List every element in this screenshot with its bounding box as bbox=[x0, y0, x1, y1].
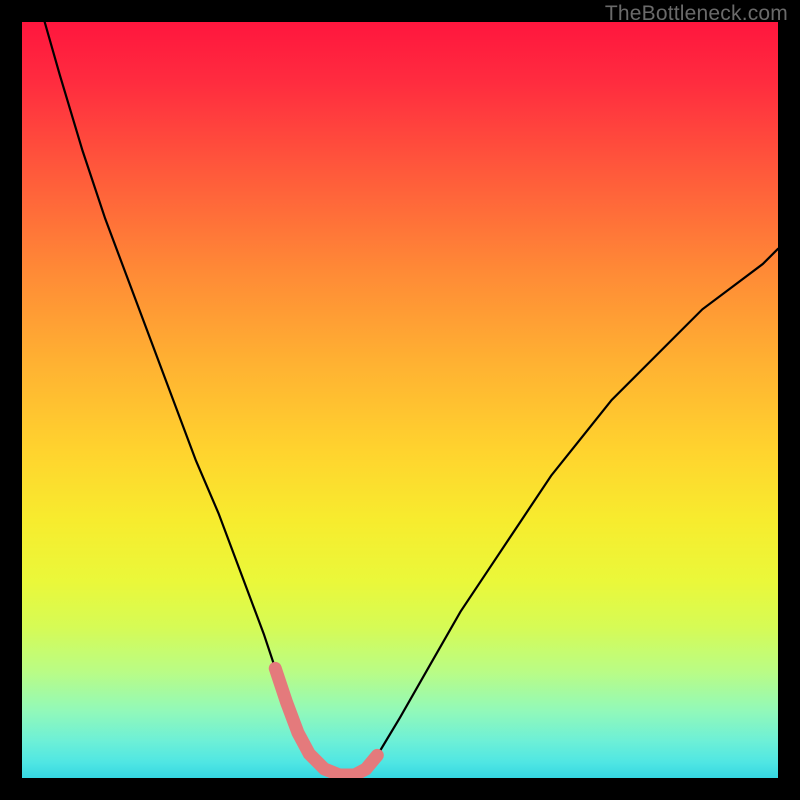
curve-layer bbox=[22, 22, 778, 778]
curve-highlight bbox=[275, 668, 377, 775]
plot-area bbox=[22, 22, 778, 778]
bottleneck-curve bbox=[45, 22, 778, 775]
chart-frame: TheBottleneck.com bbox=[0, 0, 800, 800]
